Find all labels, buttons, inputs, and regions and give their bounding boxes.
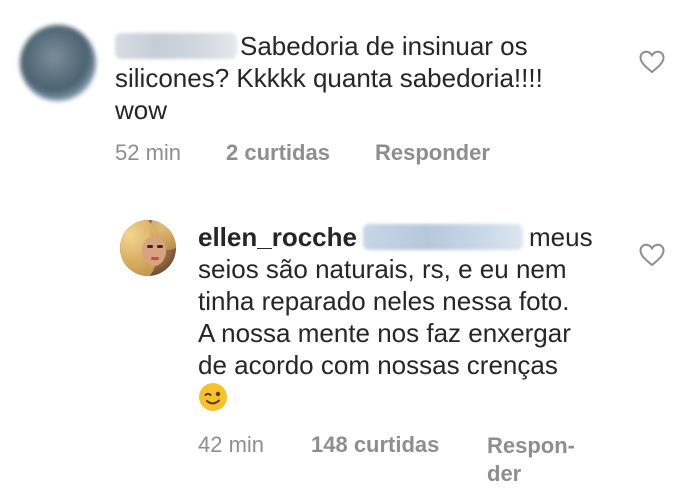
comment-thread: Sabedoria de insinuar os silicones? Kkkk… (0, 0, 688, 500)
reply-button-line: Respon- (487, 433, 575, 458)
likes-count[interactable]: 148 curtidas (311, 432, 439, 458)
avatar-mouth-shape (151, 257, 159, 260)
comment-line: tinha reparado neles nessa foto. (198, 286, 570, 316)
comment-body: Sabedoria de insinuar os silicones? Kkkk… (115, 30, 543, 126)
reply-button[interactable]: Responder (375, 140, 490, 166)
hidden-mention[interactable] (362, 224, 523, 250)
comment-line: de acordo com nossas crenças (198, 350, 558, 380)
reply-body: ellen_rocche meus seios são naturais, rs,… (198, 221, 593, 413)
comment-username[interactable]: ellen_rocche (198, 222, 357, 252)
reply-button[interactable]: Respon- der (487, 432, 575, 488)
comment-line: silicones? Kkkkk quanta sabedoria!!!! (115, 63, 543, 93)
reply-button-line: der (487, 461, 522, 486)
avatar-eye-shape (147, 245, 153, 248)
avatar-eye-shape (157, 245, 163, 248)
comment-time: 52 min (115, 140, 182, 165)
profile-avatar[interactable] (120, 220, 176, 276)
hidden-username[interactable] (115, 33, 237, 59)
likes-count[interactable]: 2 curtidas (226, 140, 330, 166)
comment-line: Sabedoria de insinuar os (240, 31, 528, 61)
winking-face-emoji (199, 383, 227, 411)
comment-line: wow (115, 95, 168, 125)
comment-line: meus (528, 222, 593, 252)
comment-line: seios são naturais, rs, e eu nem (198, 254, 567, 284)
avatar-face-shape (142, 236, 166, 266)
heart-outline-icon[interactable] (639, 243, 665, 267)
comment-time: 42 min (198, 432, 265, 457)
comment-line: A nossa mente nos faz enxergar (198, 318, 571, 348)
commenter-avatar[interactable] (20, 25, 96, 101)
heart-outline-icon[interactable] (639, 50, 665, 74)
